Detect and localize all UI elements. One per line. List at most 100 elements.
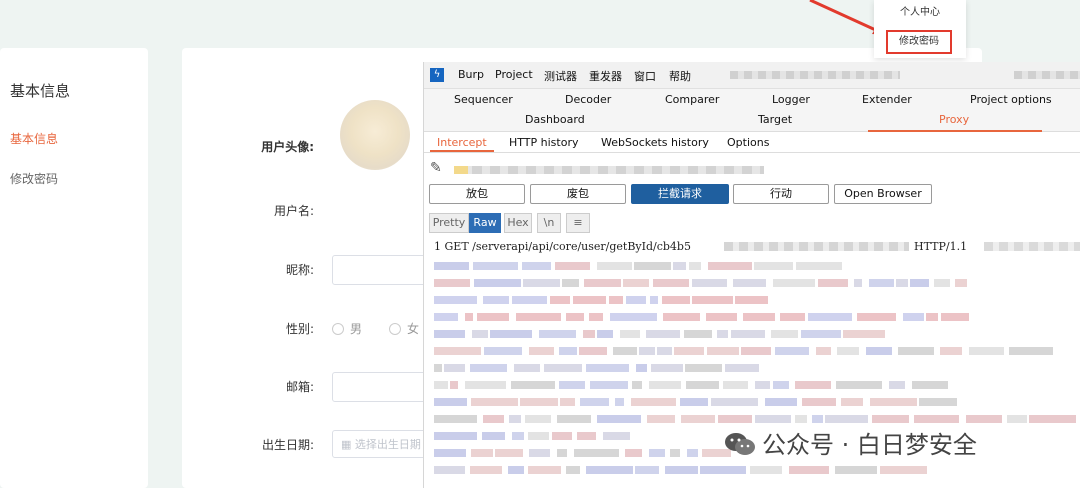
- gender-label: 性别:: [285, 322, 314, 336]
- avatar[interactable]: [340, 100, 410, 170]
- redacted-block: [771, 330, 798, 338]
- redacted-block: [434, 398, 467, 406]
- redacted-block: [434, 296, 477, 304]
- menu-burp[interactable]: Burp: [458, 68, 484, 81]
- tab-proxy[interactable]: Proxy: [939, 113, 969, 126]
- intercept-toggle-button[interactable]: 拦截请求: [631, 184, 729, 204]
- redacted-block: [896, 279, 908, 287]
- tab-comparer[interactable]: Comparer: [665, 93, 719, 106]
- subtab-intercept[interactable]: Intercept: [437, 136, 487, 149]
- sidebar-item-change-password[interactable]: 修改密码: [10, 170, 58, 187]
- redacted-block: [940, 347, 962, 355]
- redacted-block: [650, 296, 658, 304]
- tab-target[interactable]: Target: [758, 113, 792, 126]
- redacted-block: [483, 296, 509, 304]
- line-number: 1: [434, 240, 441, 253]
- redacted-block: [434, 449, 466, 457]
- redacted-block: [773, 381, 789, 389]
- redacted-block: [559, 381, 585, 389]
- format-menu-icon[interactable]: ≡: [566, 213, 590, 233]
- sidebar: 基本信息 基本信息 修改密码: [0, 48, 148, 488]
- gender-male-radio[interactable]: 男: [332, 320, 362, 337]
- redacted-block: [657, 347, 672, 355]
- redacted-block: [825, 415, 868, 423]
- redacted-block: [857, 313, 896, 321]
- forward-button[interactable]: 放包: [429, 184, 525, 204]
- redacted-block: [835, 466, 877, 474]
- redacted-block: [620, 330, 640, 338]
- redacted-block: [708, 262, 752, 270]
- redacted-block: [509, 415, 521, 423]
- format-raw-button[interactable]: Raw: [469, 213, 501, 233]
- watermark: 公众号 · 白日梦安全: [724, 425, 977, 460]
- redacted-block: [465, 313, 473, 321]
- redacted-block: [731, 330, 765, 338]
- menu-item-change-password[interactable]: 修改密码: [886, 30, 952, 54]
- menu-window[interactable]: 窗口: [634, 68, 656, 84]
- redacted-block: [573, 296, 606, 304]
- format-pretty-button[interactable]: Pretty: [429, 213, 469, 233]
- drop-button[interactable]: 废包: [530, 184, 626, 204]
- redacted-block: [700, 466, 746, 474]
- tab-logger[interactable]: Logger: [772, 93, 810, 106]
- menu-help[interactable]: 帮助: [669, 68, 691, 84]
- redacted-block: [559, 347, 577, 355]
- tab-extender[interactable]: Extender: [862, 93, 912, 106]
- redacted-block: [477, 313, 509, 321]
- nickname-label: 昵称:: [285, 263, 314, 277]
- redacted-block: [765, 398, 797, 406]
- redacted-block: [615, 398, 624, 406]
- format-newline-button[interactable]: \n: [537, 213, 561, 233]
- redacted-block: [609, 296, 623, 304]
- tab-project-options[interactable]: Project options: [970, 93, 1052, 106]
- redacted-block: [597, 330, 613, 338]
- menu-item-personal-center[interactable]: 个人中心: [874, 3, 966, 18]
- open-browser-button[interactable]: Open Browser: [834, 184, 932, 204]
- redacted-block: [775, 347, 809, 355]
- format-hex-button[interactable]: Hex: [504, 213, 532, 233]
- subtab-http-history[interactable]: HTTP history: [509, 136, 578, 149]
- proxy-subtabs: Intercept HTTP history WebSockets histor…: [424, 132, 1080, 153]
- redacted-block: [741, 347, 771, 355]
- action-button[interactable]: 行动: [733, 184, 829, 204]
- redacted-block: [529, 347, 554, 355]
- subtab-websockets-history[interactable]: WebSockets history: [601, 136, 709, 149]
- redacted-block: [880, 466, 927, 474]
- menu-repeater[interactable]: 重发器: [589, 68, 622, 84]
- redacted-block: [597, 262, 632, 270]
- redacted-block: [434, 313, 458, 321]
- username-label: 用户名:: [273, 204, 314, 218]
- redacted-block: [926, 313, 938, 321]
- redacted-block: [470, 466, 502, 474]
- redacted-block: [623, 279, 649, 287]
- redacted-block: [754, 262, 793, 270]
- email-label: 邮箱:: [285, 380, 314, 394]
- birthday-input[interactable]: ▦ 选择出生日期: [332, 430, 432, 458]
- request-line[interactable]: 1 GET /serverapi/api/core/user/getById/c…: [434, 240, 691, 253]
- redacted-block: [889, 381, 905, 389]
- redacted-block: [801, 330, 841, 338]
- redacted-block: [816, 347, 831, 355]
- tab-decoder[interactable]: Decoder: [565, 93, 611, 106]
- pencil-icon[interactable]: ✎: [430, 160, 442, 176]
- redacted-block: [1029, 415, 1076, 423]
- redacted-block: [910, 279, 929, 287]
- redacted-block: [711, 398, 758, 406]
- menu-intruder[interactable]: 测试器: [544, 68, 577, 84]
- tab-sequencer[interactable]: Sequencer: [454, 93, 513, 106]
- sidebar-item-basic-info[interactable]: 基本信息: [10, 130, 58, 147]
- redacted-block: [686, 381, 719, 389]
- tab-dashboard[interactable]: Dashboard: [525, 113, 585, 126]
- redacted-block: [684, 330, 712, 338]
- redacted-block: [514, 364, 540, 372]
- menu-project[interactable]: Project: [495, 68, 533, 81]
- redacted-block: [841, 398, 863, 406]
- redacted-block: [649, 449, 665, 457]
- redacted-block: [544, 364, 582, 372]
- subtab-options[interactable]: Options: [727, 136, 769, 149]
- redacted-block: [903, 313, 924, 321]
- gender-female-radio[interactable]: 女: [389, 320, 419, 337]
- redacted-block: [577, 432, 596, 440]
- redacted-block: [523, 279, 560, 287]
- redacted-block: [836, 381, 882, 389]
